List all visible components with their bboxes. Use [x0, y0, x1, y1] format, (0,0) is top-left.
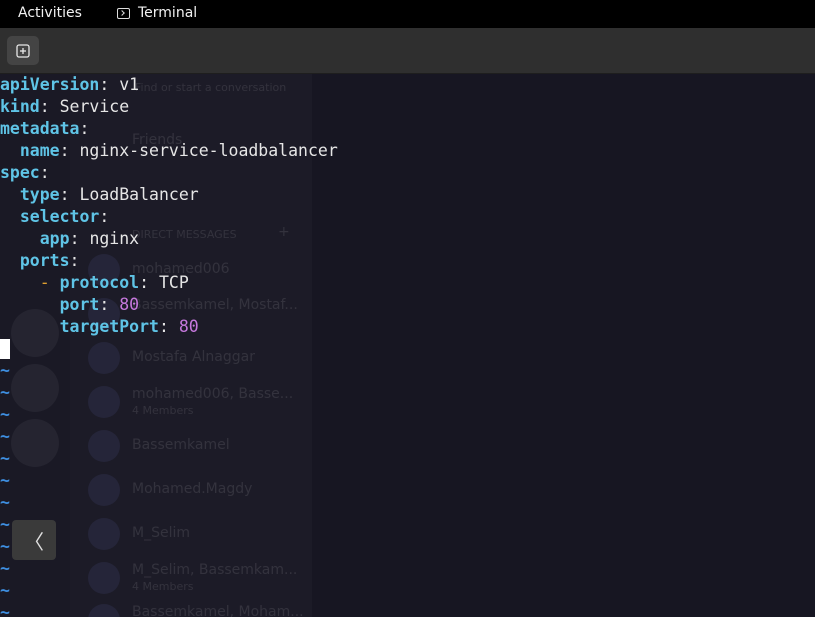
empty-line: ~ [0, 426, 338, 448]
yaml-number: 80 [178, 317, 199, 336]
yaml-key: protocol [59, 273, 140, 292]
code-line: app: nginx [0, 228, 338, 250]
empty-line: ~ [0, 382, 338, 404]
yaml-key: apiVersion [0, 75, 100, 94]
text-cursor [0, 339, 10, 359]
yaml-value: TCP [158, 273, 189, 292]
empty-line: ~ [0, 558, 338, 580]
yaml-list-dash: - [39, 273, 50, 292]
terminal-icon [117, 7, 130, 19]
yaml-key: app [39, 229, 70, 248]
code-line: spec: [0, 162, 338, 184]
yaml-colon: : [99, 207, 110, 226]
yaml-colon: : [69, 229, 80, 248]
yaml-key: metadata [0, 119, 80, 138]
yaml-colon: : [79, 119, 90, 138]
empty-line: ~ [0, 602, 338, 617]
tilde-marker: ~ [0, 559, 10, 578]
code-line: type: LoadBalancer [0, 184, 338, 206]
empty-line: ~ [0, 580, 338, 602]
terminal-headerbar [0, 28, 815, 74]
empty-line: ~ [0, 404, 338, 426]
code-line: apiVersion: v1 [0, 74, 338, 96]
top-bar: Activities Terminal [0, 0, 815, 28]
yaml-key: ports [19, 251, 70, 270]
tilde-marker: ~ [0, 581, 10, 600]
new-tab-icon [16, 43, 30, 58]
cursor-line [0, 338, 338, 360]
code-line: name: nginx-service-loadbalancer [0, 140, 338, 162]
yaml-key: port [59, 295, 100, 314]
yaml-key: targetPort [59, 317, 159, 336]
code-line: targetPort: 80 [0, 316, 338, 338]
code-line: ports: [0, 250, 338, 272]
tilde-marker: ~ [0, 515, 10, 534]
new-tab-button[interactable] [7, 36, 39, 65]
yaml-value: Service [59, 97, 130, 116]
yaml-key: kind [0, 97, 40, 116]
yaml-key: selector [19, 207, 100, 226]
empty-line: ~ [0, 360, 338, 382]
yaml-colon: : [69, 251, 80, 270]
tilde-marker: ~ [0, 603, 10, 617]
empty-line: ~ [0, 448, 338, 470]
tilde-marker: ~ [0, 383, 10, 402]
code-line: port: 80 [0, 294, 338, 316]
tilde-marker: ~ [0, 405, 10, 424]
app-menu-terminal[interactable]: Terminal [117, 5, 197, 21]
yaml-colon: : [158, 317, 169, 336]
yaml-value: v1 [119, 75, 140, 94]
terminal-viewport[interactable]: Find or start a conversation Friends DIR… [0, 74, 815, 617]
yaml-key: spec [0, 163, 40, 182]
yaml-value: nginx-service-loadbalancer [79, 141, 338, 160]
code-line: - protocol: TCP [0, 272, 338, 294]
tilde-marker: ~ [0, 537, 10, 556]
yaml-colon: : [59, 141, 70, 160]
activities-button[interactable]: Activities [18, 5, 82, 21]
empty-line: ~ [0, 492, 338, 514]
tilde-marker: ~ [0, 361, 10, 380]
code-line: kind: Service [0, 96, 338, 118]
chevron-left-icon: 〈 [24, 529, 44, 554]
app-name: Terminal [138, 5, 198, 21]
yaml-key: name [19, 141, 60, 160]
yaml-key: type [19, 185, 60, 204]
yaml-colon: : [39, 97, 50, 116]
yaml-value: LoadBalancer [79, 185, 199, 204]
tilde-marker: ~ [0, 449, 10, 468]
collapse-panel-button[interactable]: 〈 [12, 520, 56, 560]
yaml-number: 80 [119, 295, 140, 314]
yaml-colon: : [59, 185, 70, 204]
yaml-value: nginx [89, 229, 140, 248]
yaml-colon: : [99, 295, 110, 314]
code-line: metadata: [0, 118, 338, 140]
empty-line: ~ [0, 470, 338, 492]
tilde-marker: ~ [0, 471, 10, 490]
yaml-colon: : [99, 75, 110, 94]
tilde-marker: ~ [0, 493, 10, 512]
yaml-colon: : [39, 163, 50, 182]
code-line: selector: [0, 206, 338, 228]
yaml-colon: : [139, 273, 150, 292]
tilde-marker: ~ [0, 427, 10, 446]
